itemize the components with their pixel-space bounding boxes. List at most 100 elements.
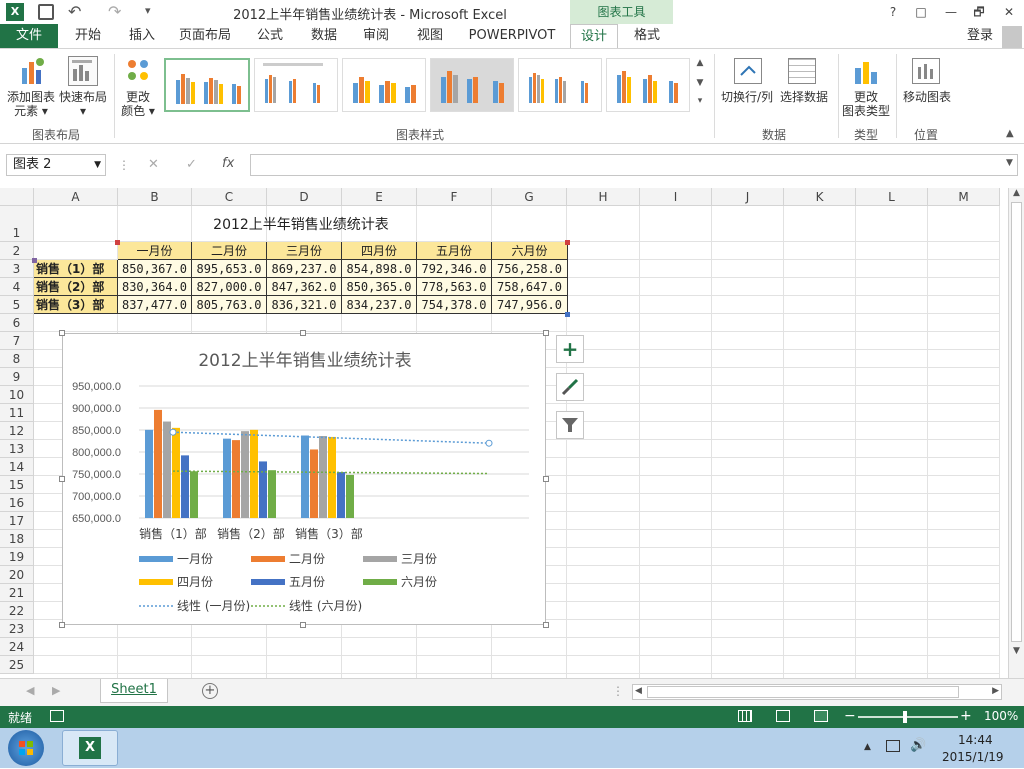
bar[interactable] xyxy=(259,461,267,518)
styles-scroll-up-icon[interactable]: ▲ xyxy=(694,58,706,74)
legend-key[interactable] xyxy=(139,579,173,585)
table-header-cell[interactable]: 一月份 xyxy=(118,242,192,260)
legend-label[interactable]: 三月份 xyxy=(401,552,437,566)
add-chart-element-button[interactable]: 添加图表 元素 ▾ xyxy=(4,90,58,118)
redo-icon[interactable]: ↷ xyxy=(108,2,121,21)
row-header[interactable]: 10 xyxy=(0,386,34,404)
row-header[interactable]: 15 xyxy=(0,476,34,494)
table-value-cell[interactable]: 758,647.0 xyxy=(492,278,568,296)
row-header[interactable]: 20 xyxy=(0,566,34,584)
table-header-cell[interactable]: 四月份 xyxy=(342,242,417,260)
table-value-cell[interactable]: 847,362.0 xyxy=(267,278,342,296)
horizontal-scrollbar[interactable]: ◀ ▶ xyxy=(632,684,1002,700)
y-tick-label[interactable]: 750,000.0 xyxy=(72,469,121,481)
table-value-cell[interactable]: 895,653.0 xyxy=(192,260,267,278)
legend-key[interactable] xyxy=(363,579,397,585)
bar[interactable] xyxy=(268,470,276,518)
y-tick-label[interactable]: 900,000.0 xyxy=(72,403,121,415)
scroll-down-icon[interactable]: ▼ xyxy=(1009,646,1024,656)
tab-powerpivot[interactable]: POWERPIVOT xyxy=(462,24,562,48)
range-handle[interactable] xyxy=(115,240,120,245)
legend-label[interactable]: 六月份 xyxy=(401,575,437,589)
zoom-slider-thumb[interactable] xyxy=(903,711,907,723)
chart-styles-button[interactable] xyxy=(556,373,584,401)
clock-time[interactable]: 14:44 xyxy=(958,733,993,747)
range-handle[interactable] xyxy=(32,258,37,263)
row-header[interactable]: 16 xyxy=(0,494,34,512)
table-value-cell[interactable]: 837,477.0 xyxy=(118,296,192,314)
taskbar-excel-button[interactable]: X xyxy=(62,730,118,766)
range-handle[interactable] xyxy=(565,240,570,245)
table-value-cell[interactable]: 836,321.0 xyxy=(267,296,342,314)
scroll-right-icon[interactable]: ▶ xyxy=(992,686,999,696)
chart-style-5[interactable] xyxy=(518,58,602,112)
bar[interactable] xyxy=(319,436,327,518)
chart-resize-handle[interactable] xyxy=(543,476,549,482)
bar[interactable] xyxy=(301,435,309,518)
table-value-cell[interactable]: 805,763.0 xyxy=(192,296,267,314)
login-link[interactable]: 登录 xyxy=(960,24,1000,48)
row-header[interactable]: 17 xyxy=(0,512,34,530)
zoom-level[interactable]: 100% xyxy=(984,709,1018,723)
column-header[interactable]: D xyxy=(267,188,342,206)
column-header[interactable]: M xyxy=(928,188,1000,206)
x-category-label[interactable]: 销售（3）部 xyxy=(295,526,363,541)
switch-row-column-button[interactable]: 切换行/列 xyxy=(718,90,776,104)
maximize-button[interactable]: 🗗 xyxy=(968,2,990,22)
row-header[interactable]: 24 xyxy=(0,638,34,656)
row-header[interactable]: 11 xyxy=(0,404,34,422)
row-header[interactable]: 19 xyxy=(0,548,34,566)
ribbon-display-button[interactable]: □ xyxy=(910,2,932,22)
save-icon[interactable] xyxy=(38,4,54,20)
legend-label[interactable]: 一月份 xyxy=(177,552,213,566)
legend-key[interactable] xyxy=(251,556,285,562)
chart-resize-handle[interactable] xyxy=(543,622,549,628)
tab-splitter-icon[interactable]: ⋮ xyxy=(612,684,624,698)
sheet-tab-sheet1[interactable]: Sheet1 xyxy=(100,679,168,703)
table-header-cell[interactable]: 五月份 xyxy=(417,242,492,260)
chart-style-3[interactable] xyxy=(342,58,426,112)
tab-review[interactable]: 审阅 xyxy=(354,24,398,48)
row-header[interactable]: 3 xyxy=(0,260,34,278)
table-value-cell[interactable]: 869,237.0 xyxy=(267,260,342,278)
select-all-corner[interactable] xyxy=(0,188,34,206)
show-hidden-icons[interactable]: ▲ xyxy=(864,742,871,752)
column-header[interactable]: I xyxy=(640,188,712,206)
bar[interactable] xyxy=(154,409,162,518)
legend-key[interactable] xyxy=(363,556,397,562)
bar[interactable] xyxy=(181,455,189,518)
user-avatar-icon[interactable] xyxy=(1002,26,1022,48)
expand-formula-bar-icon[interactable]: ▼ xyxy=(1006,158,1013,168)
row-header[interactable]: 25 xyxy=(0,656,34,674)
normal-view-icon[interactable] xyxy=(738,710,752,722)
bar[interactable] xyxy=(328,436,336,518)
table-value-cell[interactable]: 830,364.0 xyxy=(118,278,192,296)
row-header[interactable]: 14 xyxy=(0,458,34,476)
start-button[interactable] xyxy=(8,730,44,766)
tab-file[interactable]: 文件 xyxy=(0,24,58,48)
row-header[interactable]: 9 xyxy=(0,368,34,386)
table-value-cell[interactable]: 834,237.0 xyxy=(342,296,417,314)
row-header[interactable]: 13 xyxy=(0,440,34,458)
row-header[interactable]: 6 xyxy=(0,314,34,332)
cancel-entry-button[interactable]: ✕ xyxy=(148,157,159,172)
bar[interactable] xyxy=(241,431,249,518)
vertical-scrollbar[interactable]: ▲ ▼ xyxy=(1008,188,1024,678)
chart-resize-handle[interactable] xyxy=(59,476,65,482)
chart-resize-handle[interactable] xyxy=(543,330,549,336)
table-value-cell[interactable]: 754,378.0 xyxy=(417,296,492,314)
bar[interactable] xyxy=(346,474,354,518)
tab-insert[interactable]: 插入 xyxy=(120,24,164,48)
change-colors-button[interactable]: 更改 颜色 ▾ xyxy=(118,90,158,118)
chart-resize-handle[interactable] xyxy=(300,622,306,628)
trendline-handle[interactable] xyxy=(485,439,493,447)
row-header[interactable]: 1 xyxy=(0,206,34,242)
row-header[interactable]: 12 xyxy=(0,422,34,440)
table-header-cell[interactable]: 六月份 xyxy=(492,242,568,260)
column-header[interactable]: B xyxy=(118,188,192,206)
tab-design[interactable]: 设计 xyxy=(570,24,618,48)
row-header[interactable]: 22 xyxy=(0,602,34,620)
row-label-cell[interactable]: 销售（1）部 xyxy=(34,260,118,278)
bar[interactable] xyxy=(163,421,171,518)
column-header[interactable]: K xyxy=(784,188,856,206)
